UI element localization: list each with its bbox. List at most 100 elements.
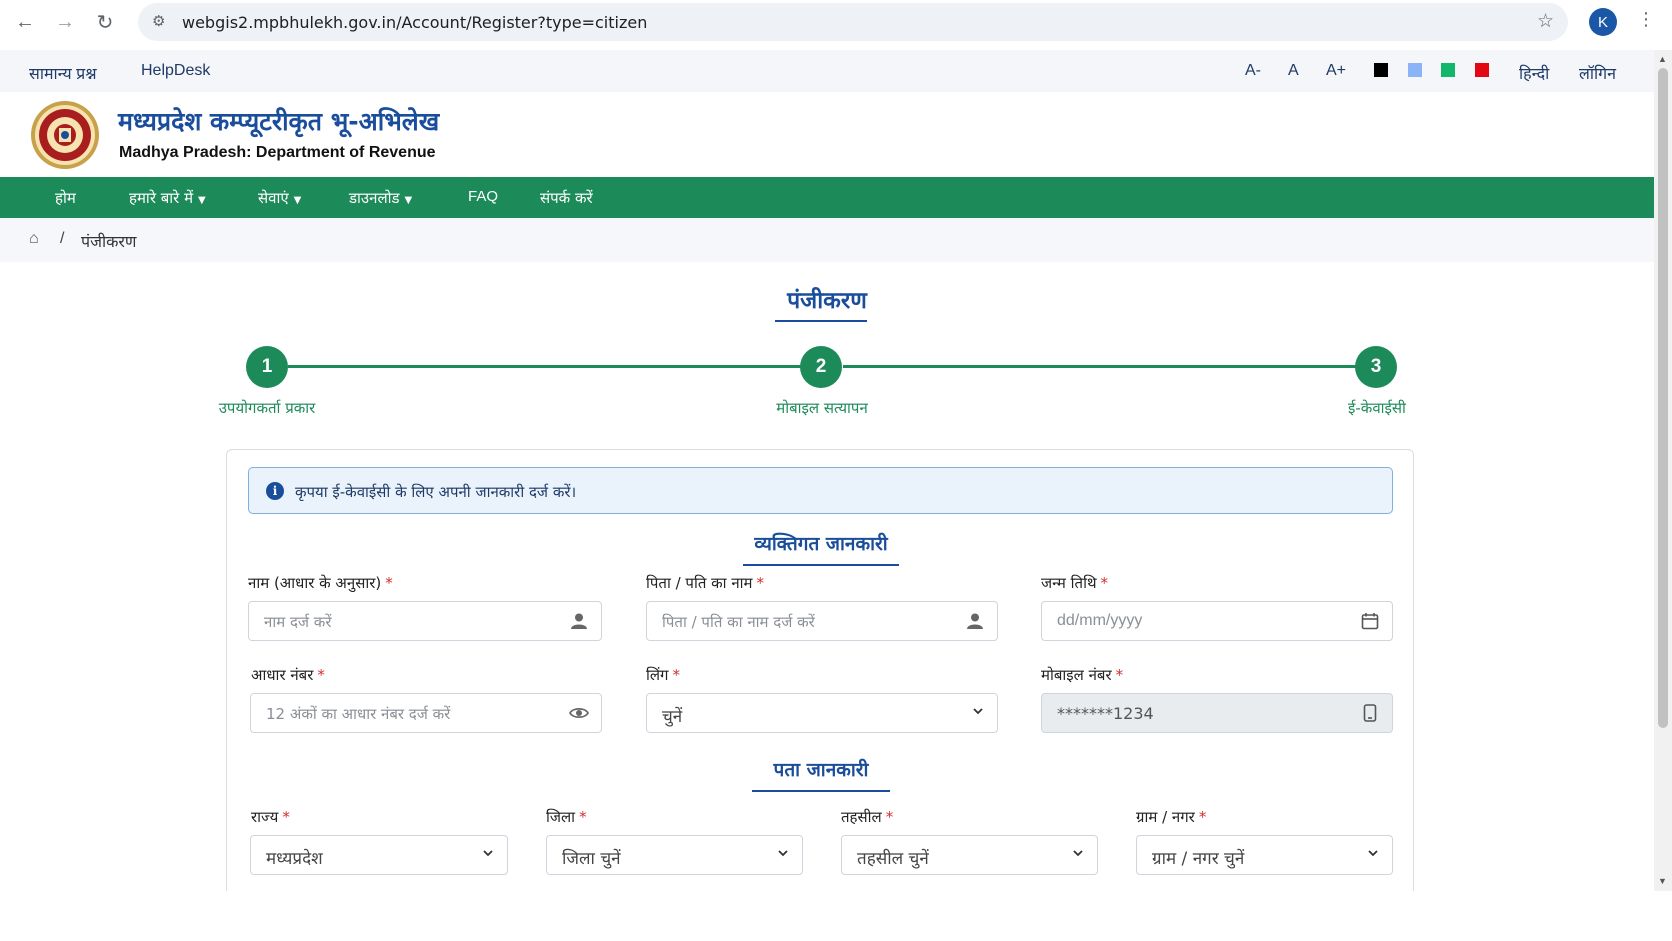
forward-icon[interactable]: → bbox=[52, 9, 78, 35]
father-name-label: पिता / पति का नाम * bbox=[646, 573, 764, 593]
theme-black-swatch[interactable] bbox=[1374, 63, 1388, 77]
breadcrumb-current: पंजीकरण bbox=[81, 232, 137, 251]
page-bottom-gap bbox=[0, 891, 1672, 941]
font-decrease-button[interactable]: A- bbox=[1245, 62, 1261, 80]
gender-label-text: लिंग bbox=[646, 666, 669, 684]
scroll-down-arrow-icon[interactable]: ▼ bbox=[1658, 876, 1667, 886]
aadhaar-input[interactable]: 12 अंकों का आधार नंबर दर्ज करें bbox=[250, 693, 602, 733]
step-3-label: ई-केवाईसी bbox=[1348, 399, 1406, 417]
name-label: नाम (आधार के अनुसार) * bbox=[248, 573, 393, 593]
father-name-label-text: पिता / पति का नाम bbox=[646, 574, 753, 592]
info-icon: i bbox=[266, 482, 284, 500]
theme-red-swatch[interactable] bbox=[1475, 63, 1489, 77]
nav-contact-label: संपर्क करें bbox=[540, 189, 593, 207]
main-navigation: होम हमारे बारे में ▼ सेवाएं ▼ डाउनलोड ▼ FAQ… bbox=[0, 177, 1654, 218]
chevron-down-icon: ▼ bbox=[293, 195, 302, 206]
required-marker: * bbox=[672, 666, 681, 684]
nav-download-label: डाउनलोड bbox=[349, 189, 400, 207]
home-icon[interactable]: ⌂ bbox=[29, 230, 39, 248]
village-selected-value: ग्राम / नगर चुनें bbox=[1152, 849, 1245, 869]
district-label: जिला * bbox=[546, 807, 587, 827]
nav-about[interactable]: हमारे बारे में ▼ bbox=[129, 188, 206, 208]
aadhaar-label: आधार नंबर * bbox=[251, 665, 325, 685]
nav-contact[interactable]: संपर्क करें bbox=[540, 188, 593, 208]
gender-select[interactable]: चुनें bbox=[646, 693, 998, 733]
page-scrollbar[interactable]: ▲ ▼ bbox=[1654, 50, 1672, 891]
tehsil-selected-value: तहसील चुनें bbox=[857, 849, 929, 869]
registration-form-card: i कृपया ई-केवाईसी के लिए अपनी जानकारी दर… bbox=[226, 449, 1414, 919]
nav-faq[interactable]: FAQ bbox=[468, 188, 498, 205]
required-marker: * bbox=[1100, 574, 1109, 592]
dob-label: जन्म तिथि * bbox=[1041, 573, 1108, 593]
nav-home[interactable]: होम bbox=[55, 188, 76, 208]
scroll-thumb[interactable] bbox=[1658, 68, 1668, 728]
address-info-underline bbox=[752, 790, 890, 792]
nav-services-label: सेवाएं bbox=[258, 189, 289, 207]
user-icon bbox=[965, 611, 985, 631]
browser-toolbar: ← → ↻ ⚙ webgis2.mpbhulekh.gov.in/Account… bbox=[0, 0, 1672, 44]
father-name-placeholder: पिता / पति का नाम दर्ज करें bbox=[662, 613, 815, 631]
nav-faq-label: FAQ bbox=[468, 188, 499, 205]
state-label-text: राज्य bbox=[251, 808, 279, 826]
calendar-icon[interactable] bbox=[1360, 611, 1380, 631]
required-marker: * bbox=[1115, 666, 1124, 684]
tehsil-label-text: तहसील bbox=[841, 808, 882, 826]
eye-icon[interactable] bbox=[569, 703, 589, 723]
login-link[interactable]: लॉगिन bbox=[1579, 62, 1616, 84]
profile-avatar[interactable]: K bbox=[1589, 8, 1617, 36]
personal-info-underline bbox=[743, 564, 899, 566]
browser-menu-icon[interactable]: ⋮ bbox=[1637, 9, 1655, 30]
name-input[interactable]: नाम दर्ज करें bbox=[248, 601, 602, 641]
site-title: मध्यप्रदेश कम्प्यूटरीकृत भू-अभिलेख bbox=[118, 107, 440, 136]
breadcrumb-separator: / bbox=[60, 230, 65, 247]
info-alert-text: कृपया ई-केवाईसी के लिए अपनी जानकारी दर्ज… bbox=[295, 483, 577, 501]
stepper-line bbox=[288, 365, 806, 368]
bookmark-star-icon[interactable]: ☆ bbox=[1537, 10, 1554, 33]
dob-input[interactable]: dd/mm/yyyy bbox=[1041, 601, 1393, 641]
required-marker: * bbox=[1198, 808, 1207, 826]
language-link[interactable]: हिन्दी bbox=[1519, 62, 1549, 84]
font-normal-button[interactable]: A bbox=[1288, 62, 1299, 80]
mobile-value: *******1234 bbox=[1057, 704, 1154, 723]
theme-green-swatch[interactable] bbox=[1441, 63, 1455, 77]
theme-blue-swatch[interactable] bbox=[1408, 63, 1422, 77]
required-marker: * bbox=[282, 808, 290, 826]
district-selected-value: जिला चुनें bbox=[562, 849, 621, 869]
mobile-label: मोबाइल नंबर * bbox=[1041, 665, 1123, 685]
state-select[interactable]: मध्यप्रदेश bbox=[250, 835, 508, 875]
father-name-input[interactable]: पिता / पति का नाम दर्ज करें bbox=[646, 601, 998, 641]
reload-icon[interactable]: ↻ bbox=[92, 9, 118, 35]
nav-download[interactable]: डाउनलोड ▼ bbox=[349, 188, 412, 208]
faq-link[interactable]: सामान्य प्रश्न bbox=[29, 62, 97, 84]
nav-services[interactable]: सेवाएं ▼ bbox=[258, 188, 301, 208]
district-select[interactable]: जिला चुनें bbox=[546, 835, 803, 875]
address-bar[interactable]: ⚙ webgis2.mpbhulekh.gov.in/Account/Regis… bbox=[138, 3, 1568, 41]
aadhaar-label-text: आधार नंबर bbox=[251, 666, 314, 684]
tehsil-select[interactable]: तहसील चुनें bbox=[841, 835, 1098, 875]
chevron-down-icon bbox=[483, 850, 493, 857]
step-2-circle: 2 bbox=[800, 346, 842, 388]
mobile-input: *******1234 bbox=[1041, 693, 1393, 733]
address-info-title: पता जानकारी bbox=[773, 759, 869, 781]
font-increase-button[interactable]: A+ bbox=[1326, 62, 1346, 80]
mobile-phone-icon bbox=[1360, 703, 1380, 723]
chevron-down-icon bbox=[1073, 850, 1083, 857]
village-label-text: ग्राम / नगर bbox=[1136, 808, 1195, 826]
village-select[interactable]: ग्राम / नगर चुनें bbox=[1136, 835, 1393, 875]
required-marker: * bbox=[885, 808, 894, 826]
required-marker: * bbox=[579, 808, 587, 826]
tehsil-label: तहसील * bbox=[841, 807, 893, 827]
step-1-label: उपयोगकर्ता प्रकार bbox=[218, 399, 316, 417]
scroll-up-arrow-icon[interactable]: ▲ bbox=[1658, 54, 1667, 64]
nav-about-label: हमारे बारे में bbox=[129, 189, 194, 207]
mp-emblem-logo[interactable] bbox=[28, 100, 102, 170]
step-1-circle: 1 bbox=[246, 346, 288, 388]
name-placeholder: नाम दर्ज करें bbox=[264, 613, 332, 631]
state-label: राज्य * bbox=[251, 807, 290, 827]
required-marker: * bbox=[756, 574, 765, 592]
back-icon[interactable]: ← bbox=[12, 9, 38, 35]
info-alert: i कृपया ई-केवाईसी के लिए अपनी जानकारी दर… bbox=[248, 467, 1393, 514]
site-info-icon[interactable]: ⚙ bbox=[152, 12, 165, 30]
helpdesk-link[interactable]: HelpDesk bbox=[141, 62, 210, 80]
village-label: ग्राम / नगर * bbox=[1136, 807, 1206, 827]
